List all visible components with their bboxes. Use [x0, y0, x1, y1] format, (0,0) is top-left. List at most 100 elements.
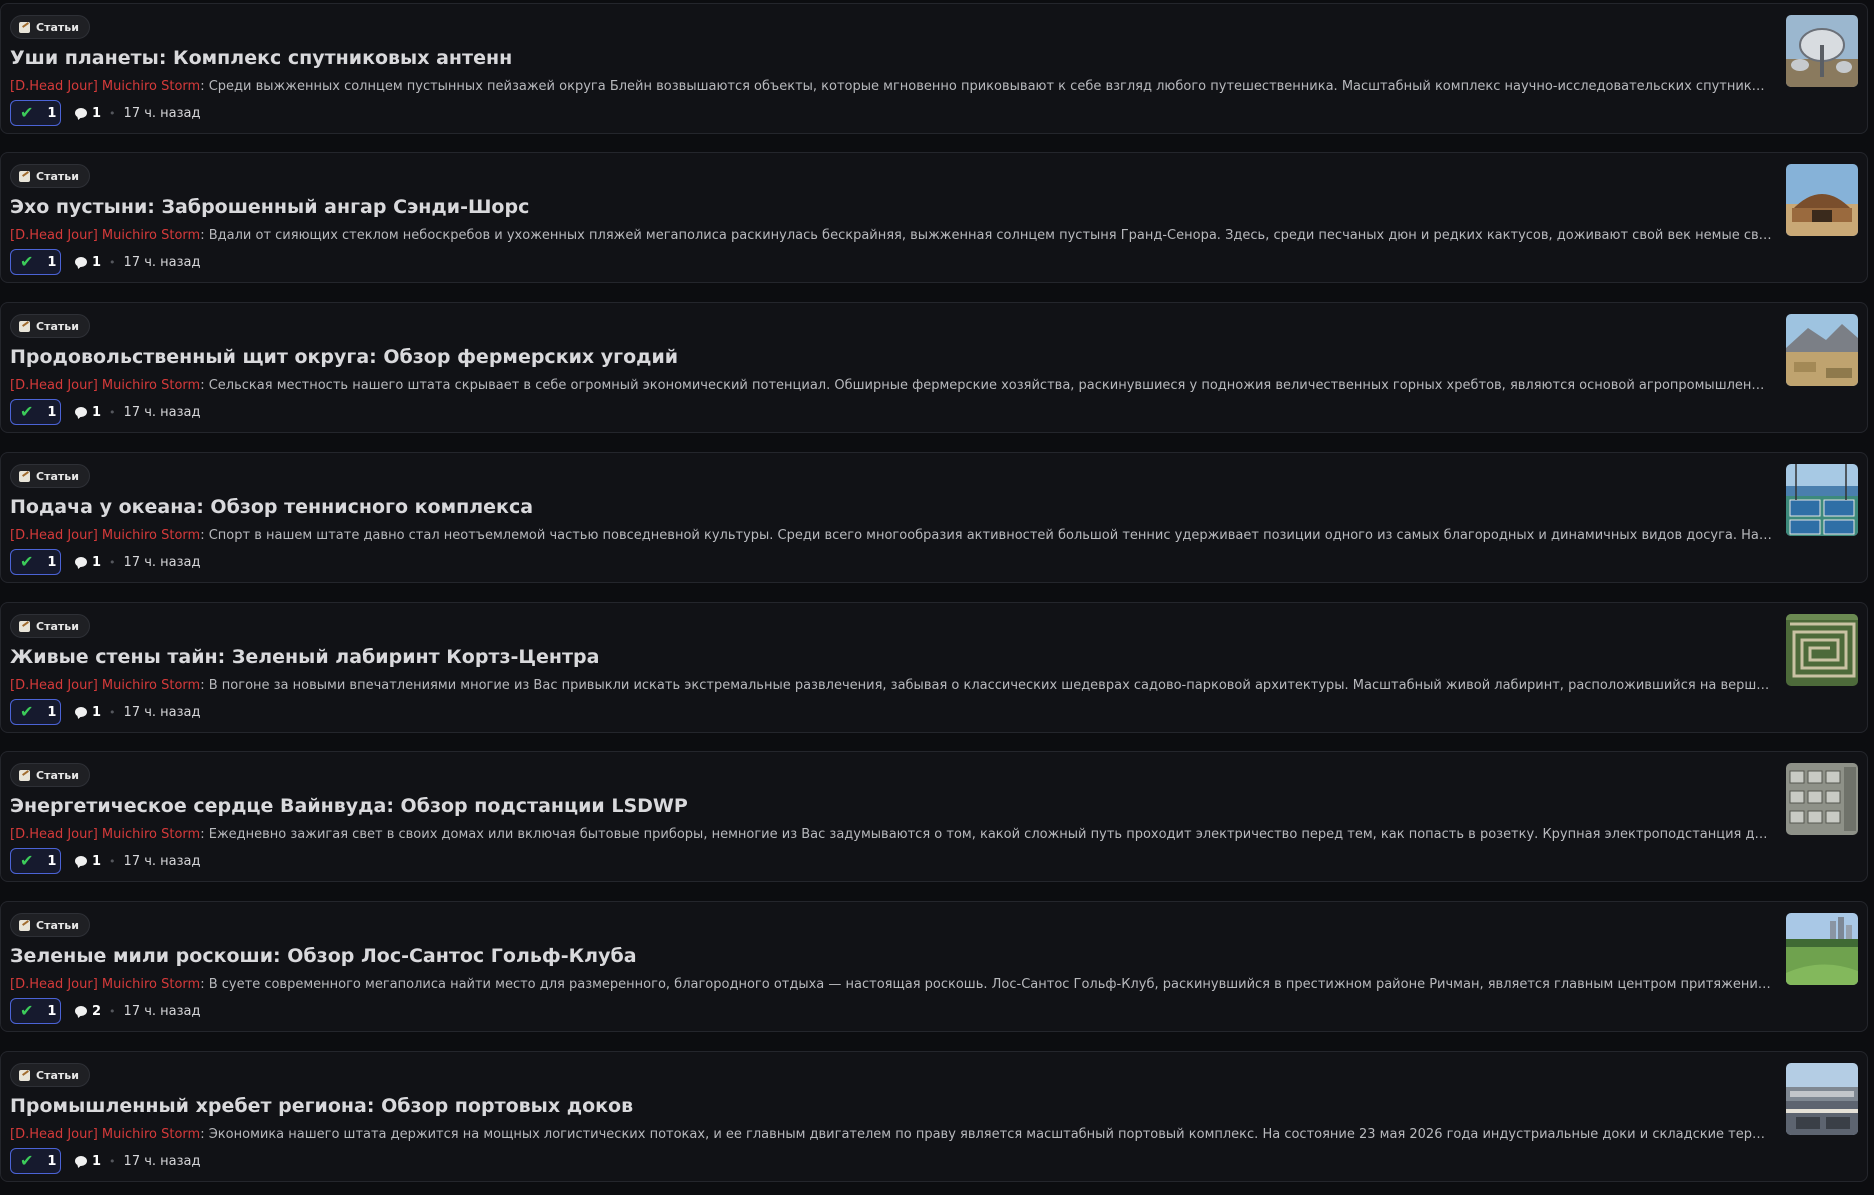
article-excerpt: [D.Head Jour] Muichiro Storm: В суете со…: [10, 977, 1772, 992]
vote-button[interactable]: ✔ 1: [10, 998, 61, 1024]
category-label: Статьи: [36, 20, 79, 34]
comments-link[interactable]: 1: [75, 255, 101, 270]
article-card[interactable]: Статьи Зеленые мили роскоши: Обзор Лос-С…: [0, 901, 1868, 1032]
comments-link[interactable]: 1: [75, 106, 101, 121]
author-name[interactable]: [D.Head Jour] Muichiro Storm: [10, 827, 200, 842]
timestamp: 17 ч. назад: [123, 853, 201, 869]
article-thumbnail[interactable]: [1786, 763, 1858, 835]
checkmark-icon: ✔: [20, 702, 34, 721]
comment-count: 1: [92, 853, 102, 869]
timestamp: 17 ч. назад: [123, 105, 201, 121]
article-excerpt: [D.Head Jour] Muichiro Storm: Сельская м…: [10, 378, 1772, 393]
comment-bubble-icon: [75, 1006, 87, 1016]
comments-link[interactable]: 1: [75, 555, 101, 570]
article-thumbnail[interactable]: [1786, 913, 1858, 985]
article-title[interactable]: Промышленный хребет региона: Обзор порто…: [10, 1095, 633, 1117]
article-title[interactable]: Уши планеты: Комплекс спутниковых антенн: [10, 47, 512, 69]
category-badge[interactable]: Статьи: [10, 164, 90, 188]
vote-button[interactable]: ✔ 1: [10, 100, 61, 126]
vote-count: 1: [47, 1003, 57, 1019]
category-badge[interactable]: Статьи: [10, 314, 90, 338]
checkmark-icon: ✔: [20, 402, 34, 421]
category-badge[interactable]: Статьи: [10, 464, 90, 488]
category-badge[interactable]: Статьи: [10, 614, 90, 638]
comments-link[interactable]: 1: [75, 405, 101, 420]
checkmark-icon: ✔: [20, 252, 34, 271]
article-title[interactable]: Живые стены тайн: Зеленый лабиринт Кортз…: [10, 646, 599, 668]
author-name[interactable]: [D.Head Jour] Muichiro Storm: [10, 378, 200, 393]
article-thumbnail[interactable]: [1786, 464, 1858, 536]
vote-button[interactable]: ✔ 1: [10, 699, 61, 725]
vote-button[interactable]: ✔ 1: [10, 1148, 61, 1174]
article-meta: ✔ 1 1 • 17 ч. назад: [10, 399, 201, 425]
author-name[interactable]: [D.Head Jour] Muichiro Storm: [10, 79, 200, 94]
timestamp: 17 ч. назад: [123, 704, 201, 720]
article-excerpt: [D.Head Jour] Muichiro Storm: Среди выжж…: [10, 79, 1772, 94]
category-badge[interactable]: Статьи: [10, 1063, 90, 1087]
timestamp: 17 ч. назад: [123, 404, 201, 420]
article-meta: ✔ 1 1 • 17 ч. назад: [10, 100, 201, 126]
timestamp: 17 ч. назад: [123, 1153, 201, 1169]
excerpt-text: : Ежедневно зажигая свет в своих домах и…: [200, 827, 1772, 842]
meta-separator: •: [109, 255, 116, 269]
article-thumbnail[interactable]: [1786, 164, 1858, 236]
comment-count: 2: [92, 1003, 102, 1019]
comments-link[interactable]: 1: [75, 854, 101, 869]
timestamp: 17 ч. назад: [123, 1003, 201, 1019]
comments-link[interactable]: 1: [75, 705, 101, 720]
excerpt-text: : Спорт в нашем штате давно стал неотъем…: [200, 528, 1772, 543]
article-card[interactable]: Статьи Продовольственный щит округа: Обз…: [0, 302, 1868, 433]
category-label: Статьи: [36, 918, 79, 932]
article-card[interactable]: Статьи Промышленный хребет региона: Обзо…: [0, 1051, 1868, 1182]
category-badge[interactable]: Статьи: [10, 15, 90, 39]
article-meta: ✔ 1 2 • 17 ч. назад: [10, 998, 201, 1024]
article-excerpt: [D.Head Jour] Muichiro Storm: Экономика …: [10, 1127, 1772, 1142]
comment-count: 1: [92, 1153, 102, 1169]
vote-button[interactable]: ✔ 1: [10, 399, 61, 425]
category-label: Статьи: [36, 469, 79, 483]
comment-bubble-icon: [75, 257, 87, 267]
comments-link[interactable]: 2: [75, 1004, 101, 1019]
category-label: Статьи: [36, 1068, 79, 1082]
comment-bubble-icon: [75, 557, 87, 567]
comment-bubble-icon: [75, 407, 87, 417]
article-thumbnail[interactable]: [1786, 1063, 1858, 1135]
author-name[interactable]: [D.Head Jour] Muichiro Storm: [10, 1127, 200, 1142]
article-meta: ✔ 1 1 • 17 ч. назад: [10, 699, 201, 725]
memo-icon: [19, 919, 30, 931]
meta-separator: •: [109, 705, 116, 719]
checkmark-icon: ✔: [20, 1151, 34, 1170]
vote-count: 1: [47, 404, 57, 420]
article-card[interactable]: Статьи Живые стены тайн: Зеленый лабирин…: [0, 602, 1868, 733]
article-excerpt: [D.Head Jour] Muichiro Storm: Спорт в на…: [10, 528, 1772, 543]
comment-bubble-icon: [75, 707, 87, 717]
vote-count: 1: [47, 853, 57, 869]
article-title[interactable]: Подача у океана: Обзор теннисного компле…: [10, 496, 533, 518]
category-badge[interactable]: Статьи: [10, 763, 90, 787]
article-title[interactable]: Продовольственный щит округа: Обзор ферм…: [10, 346, 678, 368]
article-thumbnail[interactable]: [1786, 314, 1858, 386]
comments-link[interactable]: 1: [75, 1154, 101, 1169]
article-title[interactable]: Энергетическое сердце Вайнвуда: Обзор по…: [10, 795, 688, 817]
author-name[interactable]: [D.Head Jour] Muichiro Storm: [10, 528, 200, 543]
timestamp: 17 ч. назад: [123, 254, 201, 270]
article-card[interactable]: Статьи Эхо пустыни: Заброшенный ангар Сэ…: [0, 152, 1868, 283]
article-card[interactable]: Статьи Подача у океана: Обзор теннисного…: [0, 452, 1868, 583]
comment-count: 1: [92, 704, 102, 720]
author-name[interactable]: [D.Head Jour] Muichiro Storm: [10, 678, 200, 693]
author-name[interactable]: [D.Head Jour] Muichiro Storm: [10, 228, 200, 243]
vote-button[interactable]: ✔ 1: [10, 848, 61, 874]
vote-button[interactable]: ✔ 1: [10, 549, 61, 575]
article-card[interactable]: Статьи Энергетическое сердце Вайнвуда: О…: [0, 751, 1868, 882]
article-thumbnail[interactable]: [1786, 15, 1858, 87]
article-card[interactable]: Статьи Уши планеты: Комплекс спутниковых…: [0, 3, 1868, 134]
vote-count: 1: [47, 1153, 57, 1169]
article-excerpt: [D.Head Jour] Muichiro Storm: Ежедневно …: [10, 827, 1772, 842]
article-title[interactable]: Зеленые мили роскоши: Обзор Лос-Сантос Г…: [10, 945, 637, 967]
category-badge[interactable]: Статьи: [10, 913, 90, 937]
author-name[interactable]: [D.Head Jour] Muichiro Storm: [10, 977, 200, 992]
article-title[interactable]: Эхо пустыни: Заброшенный ангар Сэнди-Шор…: [10, 196, 529, 218]
vote-button[interactable]: ✔ 1: [10, 249, 61, 275]
comment-count: 1: [92, 554, 102, 570]
article-thumbnail[interactable]: [1786, 614, 1858, 686]
